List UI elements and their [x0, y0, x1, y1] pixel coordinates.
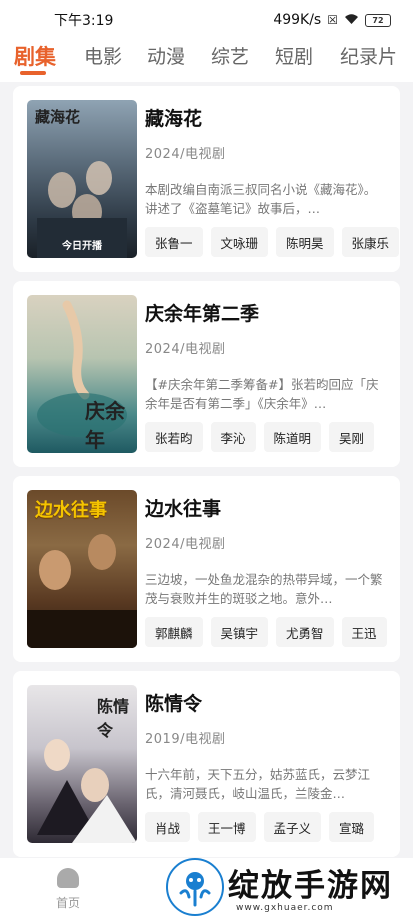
show-description: 十六年前，天下五分，姑苏蓝氏，云梦江氏，清河聂氏，岐山温氏，兰陵金…: [145, 767, 371, 801]
status-time: 下午3:19: [54, 13, 114, 29]
cast-chip[interactable]: 王一博: [198, 812, 256, 842]
home-icon: [57, 868, 79, 888]
watermark: 绽放手游网 www.gxhuaer.com: [166, 856, 413, 920]
poster-title: 庆余年: [85, 399, 125, 452]
category-tabs: 剧集 电影 动漫 综艺 短剧 纪录片: [0, 40, 413, 82]
show-meta: 2024/电视剧: [145, 537, 226, 552]
active-tab-indicator: [20, 71, 46, 75]
show-title[interactable]: 藏海花: [145, 104, 202, 131]
show-card[interactable]: 庆余年 庆余年第二季 2024/电视剧 【#庆余年第二季筹备#】张若昀回应「庆余…: [13, 281, 400, 467]
show-title[interactable]: 庆余年第二季: [145, 299, 259, 326]
cast-chip[interactable]: 张鲁一: [145, 227, 203, 257]
tab-short-drama[interactable]: 短剧: [275, 42, 313, 69]
tab-movies[interactable]: 电影: [84, 42, 122, 69]
poster-title: 陈情令: [97, 697, 130, 740]
wifi-icon: [344, 13, 359, 28]
show-card[interactable]: 陈情令 陈情令 2019/电视剧 十六年前，天下五分，姑苏蓝氏，云梦江氏，清河聂…: [13, 671, 400, 857]
cast-chip[interactable]: 尤勇智: [276, 617, 334, 647]
cast-chip[interactable]: 宣璐: [329, 812, 375, 842]
show-meta: 2019/电视剧: [145, 732, 226, 747]
status-icons: 499K/s ☒ 72: [273, 12, 391, 28]
show-description: 【#庆余年第二季筹备#】张若昀回应「庆余年是否有第二季」《庆余年》…: [145, 377, 379, 411]
tab-documentary[interactable]: 纪录片: [340, 42, 397, 69]
watermark-url: www.gxhuaer.com: [236, 903, 334, 913]
nav-home[interactable]: 首页: [40, 868, 96, 918]
poster-title: 藏海花: [35, 108, 81, 126]
tab-series[interactable]: 剧集: [14, 41, 56, 71]
cast-chip[interactable]: 陈明昊: [276, 227, 334, 257]
show-card[interactable]: 边水往事 边水往事 2024/电视剧 三边坡，一处鱼龙混杂的热带异域，一个繁茂与…: [13, 476, 400, 662]
cast-chip[interactable]: 文咏珊: [210, 227, 269, 257]
show-meta: 2024/电视剧: [145, 147, 226, 162]
show-title[interactable]: 陈情令: [145, 689, 202, 716]
poster-caption: 今日开播: [62, 241, 102, 252]
show-poster[interactable]: 藏海花 今日开播: [27, 100, 137, 258]
show-poster[interactable]: 庆余年: [27, 295, 137, 453]
sim-icon: ☒: [327, 13, 338, 27]
cast-chip[interactable]: 张若昀: [145, 422, 203, 452]
show-description: 本剧改编自南派三叔同名小说《藏海花》。讲述了《盗墓笔记》故事后，…: [145, 182, 377, 216]
cast-chip[interactable]: 孟子义: [263, 812, 322, 842]
cast-chip[interactable]: 吴镇宇: [210, 617, 269, 647]
cast-list: 张鲁一 文咏珊 陈明昊 张康乐: [145, 227, 400, 259]
show-poster[interactable]: 陈情令: [27, 685, 137, 843]
show-meta: 2024/电视剧: [145, 342, 226, 357]
network-speed: 499K/s: [273, 12, 322, 28]
watermark-text: 绽放手游网: [228, 868, 393, 904]
cast-chip[interactable]: 李沁: [210, 422, 256, 452]
cast-list: 郭麒麟 吴镇宇 尤勇智 王迅: [145, 617, 400, 649]
cast-list: 张若昀 李沁 陈道明 吴刚: [145, 422, 400, 454]
tab-anime[interactable]: 动漫: [147, 42, 185, 69]
cast-chip[interactable]: 王迅: [341, 617, 387, 647]
status-bar: 下午3:19 499K/s ☒ 72: [0, 0, 413, 40]
show-title[interactable]: 边水往事: [145, 494, 221, 521]
cast-chip[interactable]: 陈道明: [263, 422, 322, 452]
cast-list: 肖战 王一博 孟子义 宣璐: [145, 812, 400, 844]
tab-variety[interactable]: 综艺: [211, 42, 249, 69]
poster-title: 边水往事: [35, 500, 107, 521]
nav-home-label: 首页: [55, 896, 80, 910]
cast-chip[interactable]: 肖战: [145, 812, 191, 842]
show-card[interactable]: 藏海花 今日开播 藏海花 2024/电视剧 本剧改编自南派三叔同名小说《藏海花》…: [13, 86, 400, 272]
watermark-logo-icon: [166, 858, 224, 916]
cast-chip[interactable]: 张康乐: [341, 227, 400, 257]
show-description: 三边坡，一处鱼龙混杂的热带异域，一个繁茂与衰败并生的斑驳之地。意外…: [145, 572, 383, 606]
cast-chip[interactable]: 郭麒麟: [145, 617, 203, 647]
show-poster[interactable]: 边水往事: [27, 490, 137, 648]
cast-chip[interactable]: 吴刚: [329, 422, 375, 452]
battery-icon: 72: [365, 13, 391, 27]
